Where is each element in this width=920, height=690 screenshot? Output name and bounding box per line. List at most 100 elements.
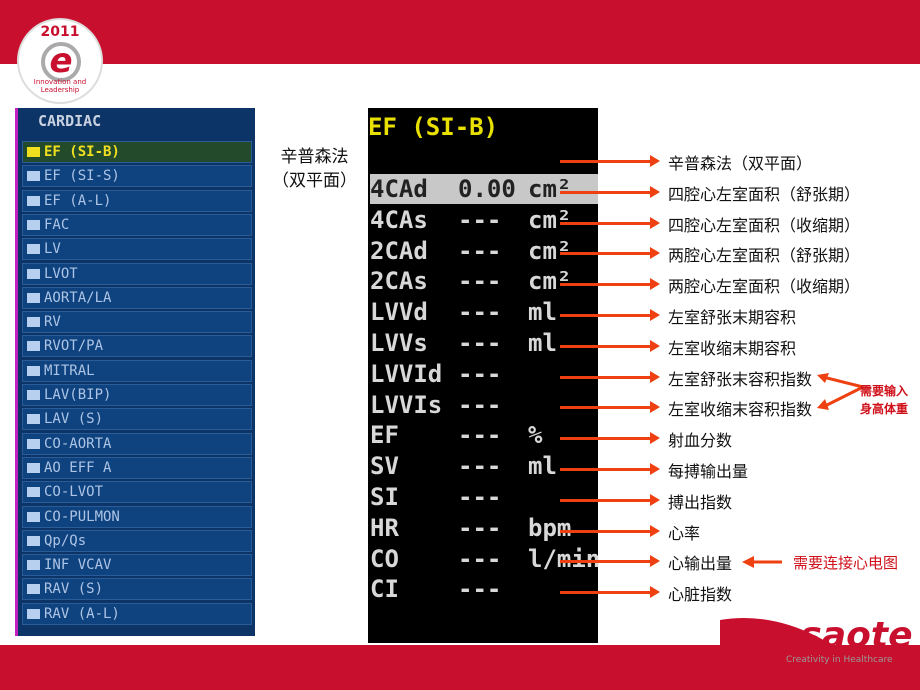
menu-item-label: RVOT/PA	[44, 338, 104, 355]
menu-item-label: LVOT	[44, 265, 78, 282]
row-unit: cm²	[528, 205, 572, 234]
menu-item[interactable]: RAV (S)	[22, 578, 252, 601]
menu-item[interactable]: CO-LVOT	[22, 481, 252, 504]
menu-item-label: AORTA/LA	[44, 289, 112, 306]
parameter-label: 两腔心左室面积（收缩期）	[668, 277, 861, 297]
parameter-label: 四腔心左室面积（收缩期）	[668, 215, 861, 235]
measurement-row[interactable]: LVVIs ---	[370, 390, 598, 420]
measurement-row[interactable]: CI ---	[370, 574, 598, 604]
row-unit: %	[528, 421, 543, 450]
badge-tagline: Innovation and Leadership	[33, 78, 87, 94]
folder-icon	[27, 244, 40, 255]
menu-item[interactable]: RAV (A-L)	[22, 602, 252, 625]
arrow-icon	[560, 185, 660, 198]
menu-item-label: LAV (S)	[44, 411, 104, 428]
measurement-row[interactable]: 2CAd --- cm²	[370, 236, 598, 266]
caption-line1: 辛普森法	[280, 147, 349, 167]
row-unit: bpm	[528, 513, 572, 542]
measurement-row[interactable]: 2CAs --- cm²	[370, 266, 598, 296]
parameter-label: 左室收缩末期容积	[668, 338, 797, 358]
row-unit: ml	[528, 298, 557, 327]
folder-icon	[27, 438, 40, 449]
parameter-label: 四腔心左室面积（舒张期）	[668, 184, 861, 204]
measurement-row[interactable]: EF ---%	[370, 420, 598, 450]
arrow-icon	[560, 586, 660, 599]
arrow-icon	[560, 493, 660, 506]
menu-item-label: EF (SI-S)	[44, 168, 120, 185]
row-name: EF	[370, 421, 399, 450]
menu-item-label: RAV (S)	[44, 581, 104, 598]
measurement-row[interactable]: 4CAs --- cm²	[370, 205, 598, 235]
caption-line2: （双平面）	[272, 171, 357, 191]
row-name: CO	[370, 544, 399, 573]
folder-icon	[27, 414, 40, 425]
menu-item[interactable]: AORTA/LA	[22, 286, 252, 309]
arrow-icon	[560, 247, 660, 260]
parameter-label: 射血分数	[668, 431, 733, 451]
measurement-row[interactable]: HR --- bpm	[370, 513, 598, 543]
menu-item-label: CO-PULMON	[44, 508, 120, 525]
folder-icon	[27, 317, 40, 328]
folder-icon	[27, 390, 40, 400]
measurement-row[interactable]: SI ---	[370, 482, 598, 512]
row-value: ---	[458, 513, 502, 542]
measurement-row[interactable]: SV --- ml	[370, 451, 598, 481]
anniversary-badge: 2011 e Innovation and Leadership	[17, 18, 103, 104]
folder-icon	[27, 341, 40, 352]
row-value: ---	[458, 359, 502, 388]
menu-item[interactable]: EF (SI-B)	[22, 141, 252, 163]
row-unit: cm²	[528, 236, 572, 265]
ecg-note: 需要连接心电图	[793, 554, 899, 572]
measurement-row[interactable]: LVVd --- ml	[370, 297, 598, 327]
menu-item[interactable]: LAV (S)	[22, 408, 252, 431]
folder-icon	[27, 195, 40, 206]
parameter-label: 心脏指数	[668, 585, 733, 605]
menu-item-label: RAV (A-L)	[44, 605, 120, 622]
parameter-label: 左室舒张末容积指数	[668, 369, 813, 389]
menu-item-label: LV	[44, 241, 61, 258]
menu-item[interactable]: RV	[22, 311, 252, 334]
row-unit: ml	[528, 452, 557, 481]
menu-item[interactable]: FAC	[22, 213, 252, 236]
screen-title: EF (SI-B)	[368, 113, 499, 141]
menu-item[interactable]: AO EFF A	[22, 456, 252, 479]
menu-item[interactable]: INF VCAV	[22, 554, 252, 577]
menu-item[interactable]: MITRAL	[22, 359, 252, 382]
menu-item[interactable]: CO-PULMON	[22, 505, 252, 528]
menu-item[interactable]: CO-AORTA	[22, 432, 252, 455]
row-unit: l/min	[528, 544, 601, 573]
menu-item-label: RV	[44, 314, 61, 331]
folder-icon	[27, 219, 40, 230]
row-name: LVVs	[370, 329, 428, 357]
parameter-label: 心率	[668, 523, 701, 543]
menu-item[interactable]: LV	[22, 238, 252, 261]
menu-item[interactable]: LAV(BIP)	[22, 384, 252, 406]
parameter-label: 两腔心左室面积（舒张期）	[668, 246, 861, 266]
menu-item[interactable]: Qp/Qs	[22, 529, 252, 552]
folder-icon	[27, 268, 40, 279]
measurement-row[interactable]: LVVId ---	[370, 359, 598, 389]
row-unit: ml	[528, 329, 557, 357]
folder-icon	[27, 292, 40, 303]
folder-icon	[27, 584, 40, 595]
folder-icon	[27, 560, 40, 571]
row-value: ---	[458, 205, 502, 234]
row-name: LVVId	[370, 359, 443, 388]
arrow-icon	[560, 339, 660, 352]
menu-item-label: INF VCAV	[44, 557, 112, 574]
menu-item[interactable]: EF (SI-S)	[22, 165, 252, 188]
menu-item-label: EF (A-L)	[44, 192, 112, 209]
row-name: CI	[370, 575, 399, 604]
measurement-row[interactable]: LVVs --- ml	[370, 328, 598, 358]
row-name: SI	[370, 483, 399, 511]
parameter-label: 心输出量	[668, 554, 733, 574]
measurement-row[interactable]: CO --- l/min	[370, 544, 601, 574]
menu-item[interactable]: EF (A-L)	[22, 189, 252, 212]
row-unit: cm²	[528, 175, 572, 203]
row-name: 4CAs	[370, 205, 428, 234]
menu-item[interactable]: RVOT/PA	[22, 335, 252, 358]
row-unit: cm²	[528, 267, 572, 296]
measurement-row[interactable]: 4CAd 0.00 cm²	[370, 174, 598, 204]
menu-item[interactable]: LVOT	[22, 262, 252, 285]
height-weight-note: 需要输入 身高体重	[860, 382, 908, 418]
